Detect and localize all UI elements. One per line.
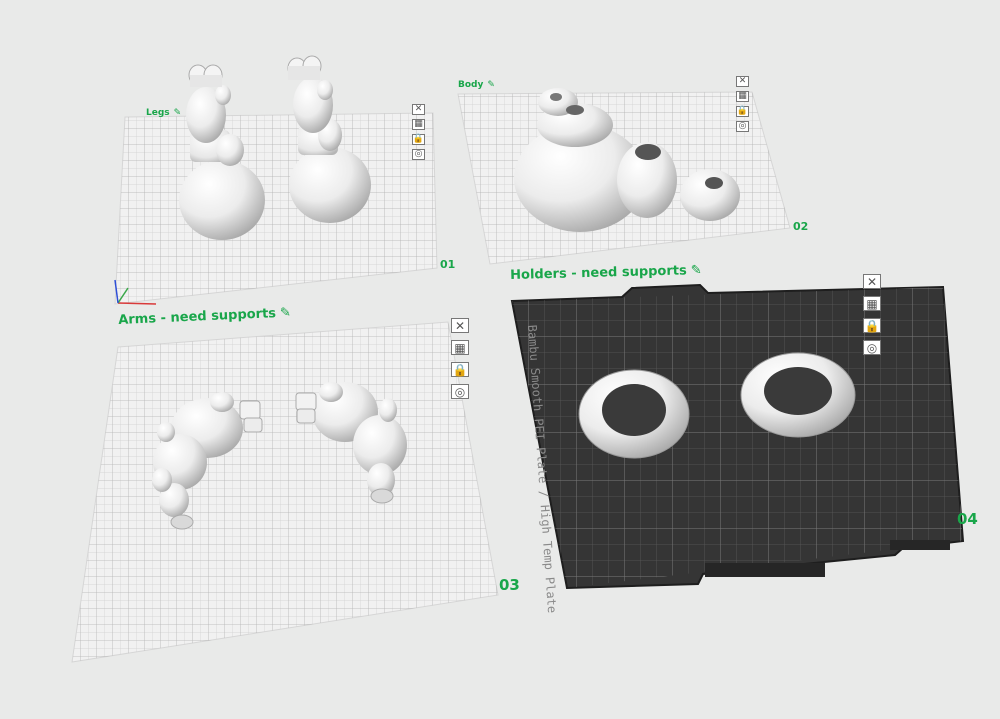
plate-legs[interactable] (100, 100, 460, 320)
lock-plate-icon[interactable]: 🔒 (412, 134, 425, 145)
delete-plate-icon[interactable]: ✕ (451, 318, 469, 333)
plate-toolbar-holders: ✕ ▦ 🔒 ◎ (863, 274, 881, 355)
plate-number-01: 01 (440, 258, 456, 271)
delete-plate-icon[interactable]: ✕ (736, 76, 749, 87)
plate-settings-icon[interactable]: ◎ (736, 121, 749, 132)
arrange-plate-icon[interactable]: ▦ (863, 296, 881, 311)
arrange-plate-icon[interactable]: ▦ (736, 91, 749, 102)
plate-holders[interactable]: Bambu Smooth PEI Plate / High Temp Plate (500, 280, 970, 613)
plate-name-legs[interactable]: Legs ✎ (146, 108, 181, 118)
plate-toolbar-arms: ✕ ▦ 🔒 ◎ (451, 318, 469, 399)
pencil-icon[interactable]: ✎ (280, 305, 292, 320)
arrange-plate-icon[interactable]: ▦ (412, 119, 425, 130)
plate-name-text: Legs (146, 108, 170, 118)
plate-settings-icon[interactable]: ◎ (412, 149, 425, 160)
plate-settings-icon[interactable]: ◎ (863, 340, 881, 355)
arrange-plate-icon[interactable]: ▦ (451, 340, 469, 355)
plate-name-text: Body (458, 80, 484, 90)
pencil-icon[interactable]: ✎ (487, 80, 495, 90)
pencil-icon[interactable]: ✎ (691, 263, 702, 278)
plate-arms[interactable] (60, 310, 510, 670)
plate-toolbar-body: ✕ ▦ 🔒 ◎ (736, 76, 749, 132)
plate-name-body[interactable]: Body ✎ (458, 80, 495, 90)
plate-settings-icon[interactable]: ◎ (451, 384, 469, 399)
lock-plate-icon[interactable]: 🔒 (863, 318, 881, 333)
lock-plate-icon[interactable]: 🔒 (451, 362, 469, 377)
plate-number-03: 03 (499, 576, 520, 594)
plate-number-02: 02 (793, 220, 809, 233)
plate-number-04: 04 (957, 510, 978, 528)
delete-plate-icon[interactable]: ✕ (863, 274, 881, 289)
pencil-icon[interactable]: ✎ (174, 108, 182, 118)
plate-toolbar-legs: ✕ ▦ 🔒 ◎ (412, 104, 425, 160)
lock-plate-icon[interactable]: 🔒 (736, 106, 749, 117)
delete-plate-icon[interactable]: ✕ (412, 104, 425, 115)
